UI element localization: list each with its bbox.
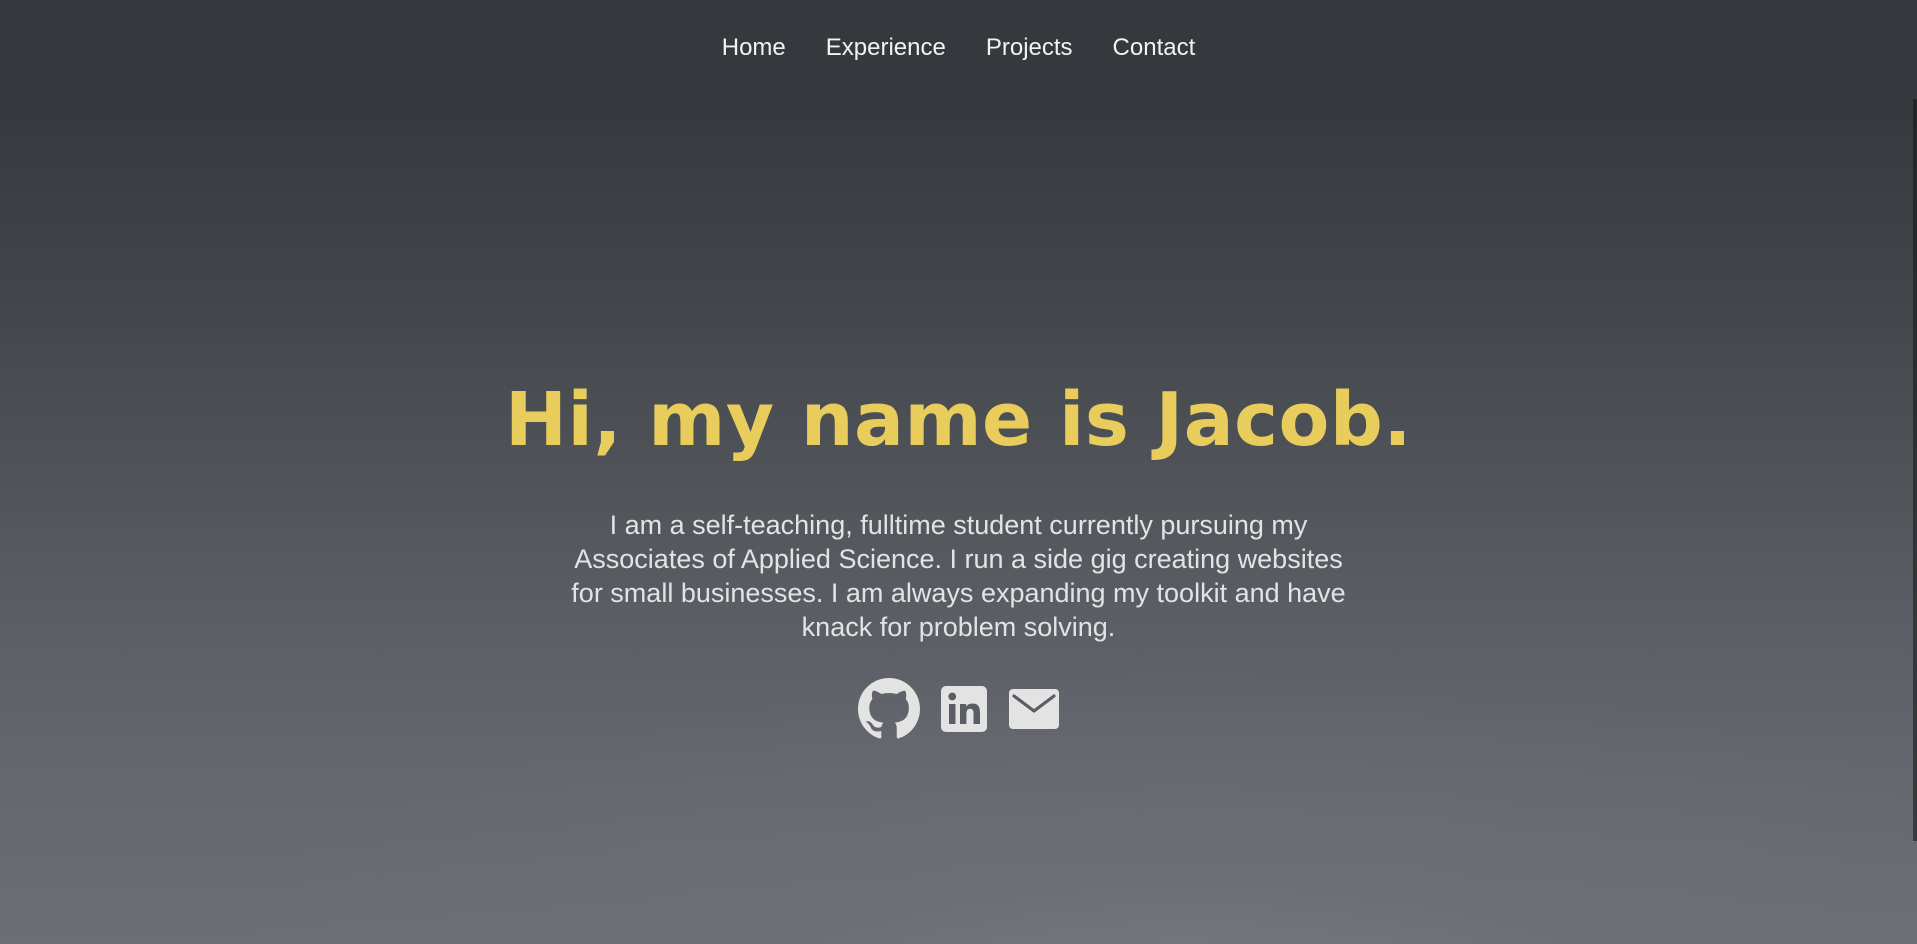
nav-item-contact: Contact: [1113, 33, 1196, 63]
social-links: [0, 678, 1917, 740]
linkedin-link[interactable]: [940, 685, 988, 733]
github-icon: [857, 678, 920, 740]
nav-item-experience: Experience: [826, 33, 946, 63]
email-link[interactable]: [1008, 688, 1060, 730]
nav-link-experience[interactable]: Experience: [826, 34, 946, 61]
linkedin-icon: [940, 685, 988, 733]
hero-description: I am a self-teaching, fulltime student c…: [571, 510, 1346, 642]
nav-item-projects: Projects: [986, 33, 1073, 63]
top-navigation: Home Experience Projects Contact: [0, 0, 1917, 99]
nav-link-contact[interactable]: Contact: [1113, 34, 1196, 61]
scrollbar[interactable]: [1913, 99, 1917, 841]
nav-item-home: Home: [722, 33, 786, 63]
nav-link-projects[interactable]: Projects: [986, 34, 1073, 61]
nav-list: Home Experience Projects Contact: [0, 33, 1917, 63]
github-link[interactable]: [857, 678, 920, 740]
email-icon: [1008, 688, 1060, 730]
hero-section: Hi, my name is Jacob. I am a self-teachi…: [0, 368, 1917, 644]
nav-link-home[interactable]: Home: [722, 34, 786, 61]
hero-title: Hi, my name is Jacob.: [505, 377, 1412, 463]
